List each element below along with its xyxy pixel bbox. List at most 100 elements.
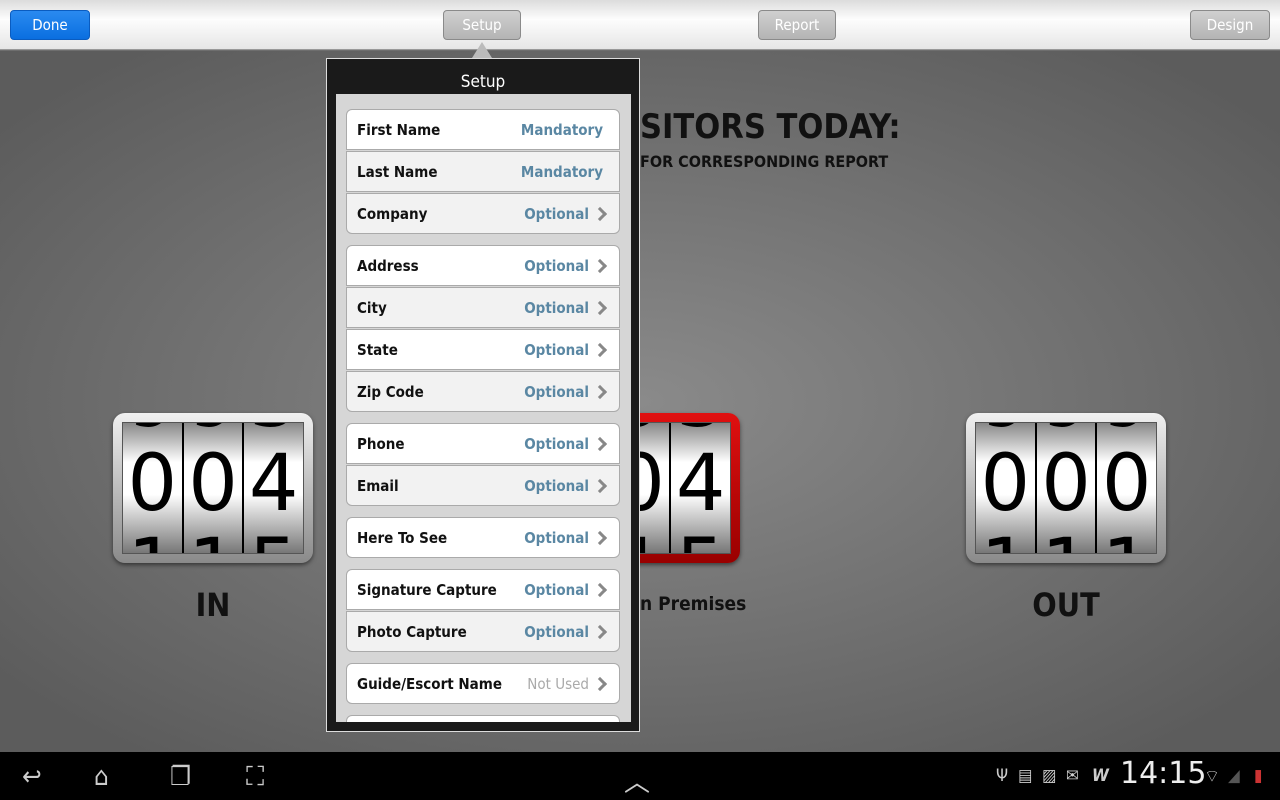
counter-digit: 1 bbox=[976, 529, 1035, 553]
row-label: State bbox=[357, 340, 398, 359]
counter-digit: 1 bbox=[1097, 529, 1156, 553]
counter-digit: 0 bbox=[127, 439, 178, 529]
sd-card-icon: ▤ bbox=[1018, 766, 1033, 786]
chevron-right-icon bbox=[592, 624, 608, 639]
setup-row-last-name[interactable]: Last Name Mandatory bbox=[346, 151, 620, 192]
row-label: Phone bbox=[357, 434, 405, 453]
back-icon[interactable]: ↩ bbox=[22, 762, 42, 792]
counter-wheel: 901 bbox=[123, 423, 182, 553]
setup-row-city[interactable]: City Optional bbox=[346, 287, 620, 328]
row-label: Guide/Escort Name bbox=[357, 674, 502, 693]
row-label: City bbox=[357, 298, 387, 317]
counter-label: OUT bbox=[1032, 586, 1100, 624]
gallery-icon: ▨ bbox=[1042, 766, 1057, 786]
up-arrow-icon[interactable]: ︿ bbox=[624, 762, 650, 799]
setup-row-signature-capture[interactable]: Signature Capture Optional bbox=[346, 569, 620, 610]
counter-digit: 3 bbox=[671, 423, 730, 439]
row-value: Optional bbox=[524, 256, 589, 275]
counter-digit: 0 bbox=[188, 439, 238, 529]
row-value: Not Used bbox=[527, 674, 589, 693]
counter-digit: 0 bbox=[1041, 439, 1091, 529]
counter-wheel: 901 bbox=[976, 423, 1035, 553]
setup-row-first-name[interactable]: First Name Mandatory bbox=[346, 109, 620, 150]
setup-button[interactable]: Setup bbox=[443, 10, 521, 40]
row-value: Optional bbox=[524, 340, 589, 359]
wifi-icon: ⌔ bbox=[1204, 767, 1220, 787]
counter-digit: 9 bbox=[1097, 423, 1156, 439]
popup-pointer bbox=[472, 42, 492, 58]
setup-row-company[interactable]: Company Optional bbox=[346, 193, 620, 234]
row-value: Optional bbox=[524, 204, 589, 223]
counter-wheel: 901 bbox=[1036, 423, 1096, 553]
counter-wheel: 901 bbox=[1097, 423, 1157, 553]
row-value: Mandatory bbox=[520, 120, 603, 139]
counter-digit: 5 bbox=[244, 529, 303, 553]
page-subtitle: FOR CORRESPONDING REPORT bbox=[640, 152, 889, 171]
main-area: SITORS TODAY: FOR CORRESPONDING REPORT 9… bbox=[0, 51, 1280, 752]
email-icon: ✉ bbox=[1066, 766, 1079, 786]
page-title: SITORS TODAY: bbox=[640, 107, 901, 147]
counter-digit: 4 bbox=[675, 439, 726, 529]
usb-icon: Ψ bbox=[996, 766, 1009, 786]
chevron-right-icon bbox=[592, 342, 608, 357]
setup-row-partial[interactable] bbox=[346, 715, 620, 722]
battery-icon: ▮ bbox=[1254, 766, 1263, 786]
signal-icon: ◢ bbox=[1228, 766, 1240, 786]
counter-digit: 5 bbox=[671, 529, 730, 553]
row-value: Optional bbox=[524, 580, 589, 599]
report-button[interactable]: Report bbox=[758, 10, 836, 40]
setup-row-phone[interactable]: Phone Optional bbox=[346, 423, 620, 464]
setup-row-here-to-see[interactable]: Here To See Optional bbox=[346, 517, 620, 558]
setup-row-address[interactable]: Address Optional bbox=[346, 245, 620, 286]
row-value: Optional bbox=[524, 528, 589, 547]
counter-digit: 1 bbox=[1037, 529, 1096, 553]
row-label: Here To See bbox=[357, 528, 448, 547]
chevron-right-icon bbox=[592, 530, 608, 545]
counter-digit: 4 bbox=[248, 439, 299, 529]
clock: 14:15 bbox=[1120, 756, 1207, 791]
counter-digit: 9 bbox=[1037, 423, 1096, 439]
counter-digit: 9 bbox=[123, 423, 182, 439]
row-label: Company bbox=[357, 204, 428, 223]
row-label: Zip Code bbox=[357, 382, 424, 401]
chevron-right-icon bbox=[592, 582, 608, 597]
w-app-icon: W bbox=[1092, 766, 1109, 786]
top-toolbar: Done Setup Report Design bbox=[0, 0, 1280, 50]
setup-popup: Setup First Name Mandatory Last Name Mandat… bbox=[326, 58, 640, 732]
setup-row-photo-capture[interactable]: Photo Capture Optional bbox=[346, 611, 620, 652]
chevron-right-icon bbox=[592, 384, 608, 399]
counter-0: 901901345 bbox=[113, 413, 313, 563]
setup-row-state[interactable]: State Optional bbox=[346, 329, 620, 370]
done-button[interactable]: Done bbox=[10, 10, 90, 40]
row-label: Email bbox=[357, 476, 399, 495]
counter-2: 901901901 bbox=[966, 413, 1166, 563]
setup-row-guide-escort-name[interactable]: Guide/Escort Name Not Used bbox=[346, 663, 620, 704]
counter-digit: 9 bbox=[184, 423, 243, 439]
counter-digit: 3 bbox=[244, 423, 303, 439]
counter-digit: 1 bbox=[184, 529, 243, 553]
counter-digit: 0 bbox=[980, 439, 1031, 529]
home-icon[interactable]: ⌂ bbox=[94, 762, 109, 792]
row-value: Optional bbox=[524, 298, 589, 317]
setup-field-list[interactable]: First Name Mandatory Last Name Mandatory Com… bbox=[336, 94, 631, 722]
counter-label: n Premises bbox=[640, 593, 747, 615]
setup-row-zip-code[interactable]: Zip Code Optional bbox=[346, 371, 620, 412]
row-label: Last Name bbox=[357, 162, 438, 181]
design-button[interactable]: Design bbox=[1190, 10, 1270, 40]
screenshot-icon[interactable]: ⛶ bbox=[246, 762, 264, 793]
counter-label: IN bbox=[195, 586, 231, 624]
row-label: Address bbox=[357, 256, 419, 275]
row-value: Mandatory bbox=[520, 162, 603, 181]
counter-wheel: 345 bbox=[244, 423, 304, 553]
counter-digit: 1 bbox=[123, 529, 182, 553]
system-navbar: ↩ ⌂ ❐ ⛶ ︿ Ψ ▤ ▨ ✉ W 14:15 ⌔ ◢ ▮ bbox=[0, 752, 1280, 800]
counter-wheel: 901 bbox=[183, 423, 243, 553]
setup-row-email[interactable]: Email Optional bbox=[346, 465, 620, 506]
recent-apps-icon[interactable]: ❐ bbox=[170, 762, 191, 792]
row-value: Optional bbox=[524, 434, 589, 453]
chevron-right-icon bbox=[592, 206, 608, 221]
counter-digit: 9 bbox=[976, 423, 1035, 439]
row-value: Optional bbox=[524, 382, 589, 401]
chevron-right-icon bbox=[592, 258, 608, 273]
chevron-right-icon bbox=[592, 676, 608, 691]
